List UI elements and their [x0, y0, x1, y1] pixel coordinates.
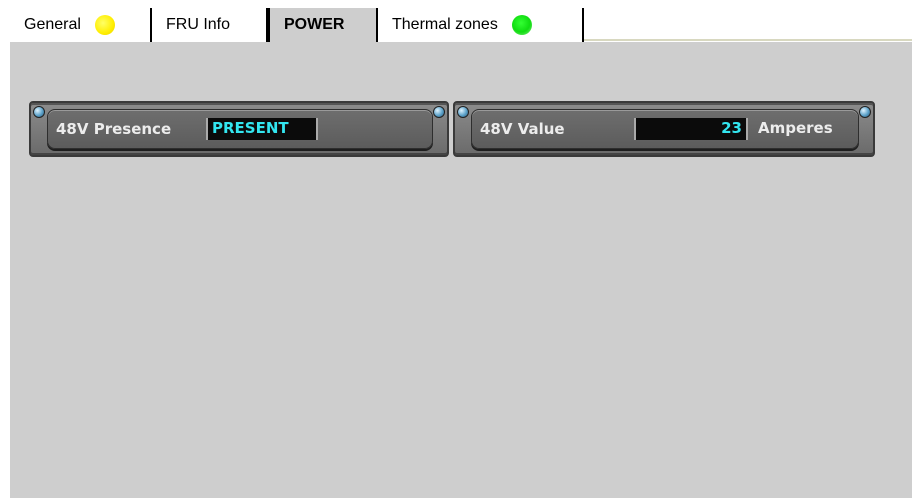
screw-icon [33, 106, 45, 118]
value-label: 48V Value [480, 120, 565, 138]
power-app-window: General FRU Info POWER Thermal zones 48V… [0, 0, 912, 498]
tab-thermal-zones-label: Thermal zones [392, 16, 498, 33]
screw-icon [433, 106, 445, 118]
current-value: 23 [634, 118, 748, 140]
tab-general[interactable]: General [10, 8, 152, 42]
tab-fru-info[interactable]: FRU Info [152, 8, 268, 42]
tab-power[interactable]: POWER [268, 8, 378, 42]
screw-icon [457, 106, 469, 118]
power-panel: 48V Presence PRESENT 48V Value 23 Ampere… [10, 42, 912, 498]
unit-label: Amperes [758, 119, 833, 137]
screw-icon [859, 106, 871, 118]
presence-widget-inner: 48V Presence PRESENT [47, 109, 433, 149]
tab-power-label: POWER [284, 16, 345, 33]
presence-label: 48V Presence [56, 120, 172, 138]
tab-bar: General FRU Info POWER Thermal zones [10, 8, 912, 42]
value-widget-inner: 48V Value 23 Amperes [471, 109, 859, 149]
tab-fru-info-label: FRU Info [166, 16, 231, 33]
green-status-icon [511, 15, 532, 35]
tab-bar-filler [584, 8, 912, 41]
tab-general-label: General [24, 16, 81, 33]
yellow-status-icon [94, 15, 115, 35]
presence-value: PRESENT [206, 118, 318, 140]
presence-widget: 48V Presence PRESENT [29, 101, 449, 157]
tab-thermal-zones[interactable]: Thermal zones [378, 8, 584, 42]
value-widget: 48V Value 23 Amperes [453, 101, 875, 157]
